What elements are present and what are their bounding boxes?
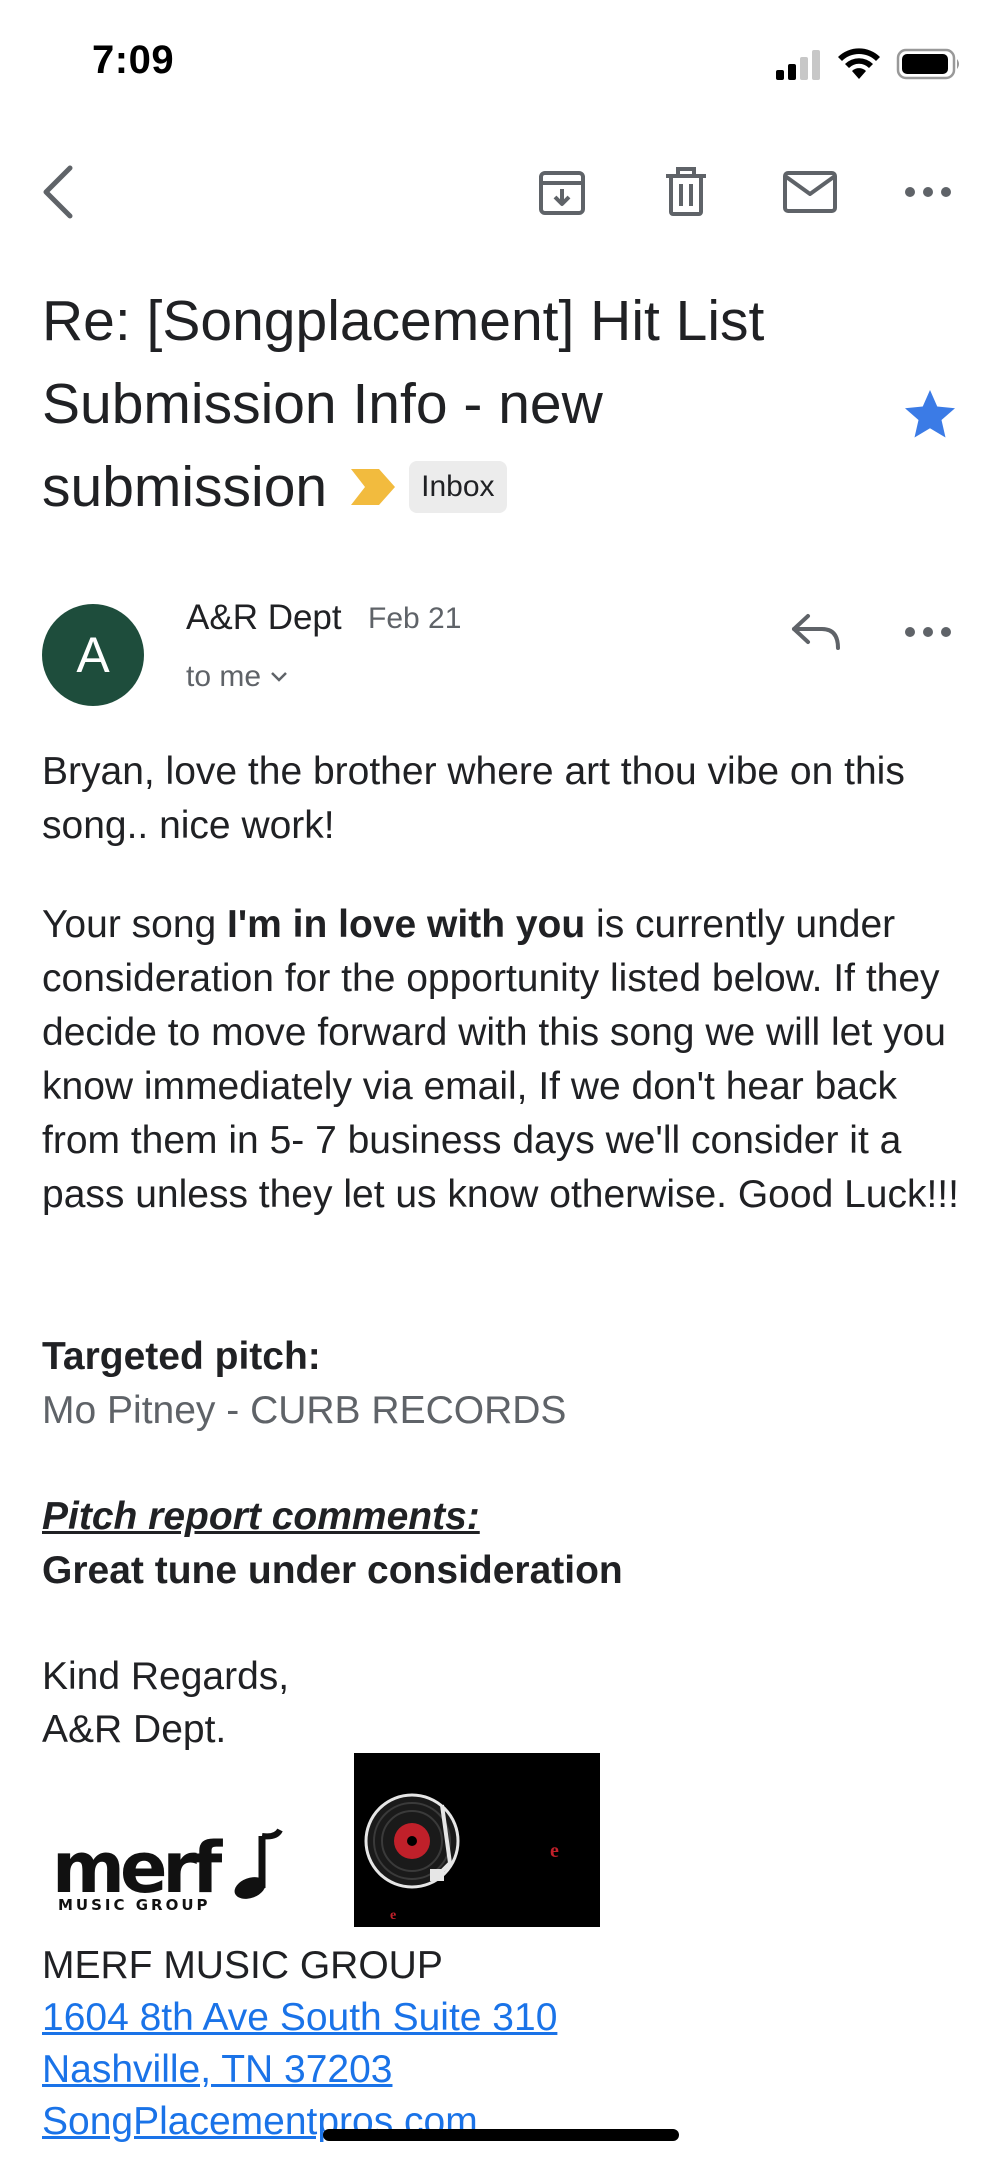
message-more-button[interactable]	[888, 592, 968, 672]
svg-text:e: e	[550, 1840, 559, 1862]
chevron-left-icon	[43, 165, 73, 219]
targeted-pitch-value: Mo Pitney - CURB RECORDS	[42, 1389, 567, 1432]
sender-name: A&R Dept	[186, 598, 342, 637]
more-options-button[interactable]	[888, 152, 968, 232]
importance-marker	[351, 445, 396, 528]
more-horizontal-icon	[905, 627, 951, 637]
status-time: 7:09	[92, 38, 175, 82]
sender-avatar[interactable]: A	[42, 604, 144, 706]
turntable-logo-image: e e	[354, 1753, 600, 1927]
wifi-icon	[838, 48, 880, 79]
music-note-icon	[234, 1828, 283, 1899]
company-name: MERF MUSIC GROUP	[42, 1944, 443, 1987]
trash-icon	[666, 167, 706, 216]
vinyl-record-icon: e e	[364, 1793, 559, 1923]
archive-icon	[539, 171, 585, 215]
email-date: Feb 21	[368, 602, 462, 635]
signature-text: A&R Dept.	[42, 1708, 227, 1751]
p1-suffix: is currently under consideration for the…	[42, 903, 959, 1216]
email-subject: Re: [Songplacement] Hit List Submission …	[42, 280, 872, 529]
status-icons	[774, 44, 962, 84]
p1-prefix: Your song	[42, 903, 228, 946]
battery-icon	[896, 48, 959, 80]
inbox-label-chip[interactable]: Inbox	[409, 460, 507, 513]
targeted-pitch-label: Targeted pitch:	[42, 1335, 321, 1378]
home-indicator	[323, 2129, 679, 2141]
star-icon	[905, 390, 955, 438]
address-link-line1[interactable]: 1604 8th Ave South Suite 310	[42, 1992, 557, 2044]
recipient-text: to me	[186, 660, 262, 693]
recipients-toggle[interactable]: to me	[186, 660, 289, 694]
back-button[interactable]	[18, 152, 98, 232]
body-paragraph: Your song I'm in love with you is curren…	[42, 898, 972, 1222]
pitch-comments-value: Great tune under consideration	[42, 1549, 623, 1592]
delete-button[interactable]	[646, 152, 726, 232]
mark-unread-button[interactable]	[770, 152, 850, 232]
reply-icon	[792, 614, 840, 650]
merf-logo: merf MUSIC GROUP	[52, 1828, 302, 1918]
pitch-comments-label: Pitch report comments:	[42, 1495, 480, 1538]
regards-text: Kind Regards,	[42, 1655, 290, 1698]
importance-marker-icon	[351, 469, 396, 506]
star-button[interactable]	[900, 385, 960, 445]
reply-button[interactable]	[776, 592, 856, 672]
body-intro: Bryan, love the brother where art thou v…	[42, 750, 905, 847]
chevron-down-icon	[271, 672, 287, 682]
archive-button[interactable]	[522, 152, 602, 232]
svg-text:e: e	[390, 1908, 396, 1923]
subject-text: Re: [Songplacement] Hit List Submission …	[42, 289, 765, 519]
cellular-signal-icon	[776, 50, 820, 80]
mail-icon	[783, 171, 837, 213]
more-horizontal-icon	[905, 187, 951, 197]
address-link-line2[interactable]: Nashville, TN 37203	[42, 2044, 392, 2096]
song-title: I'm in love with you	[227, 903, 586, 946]
